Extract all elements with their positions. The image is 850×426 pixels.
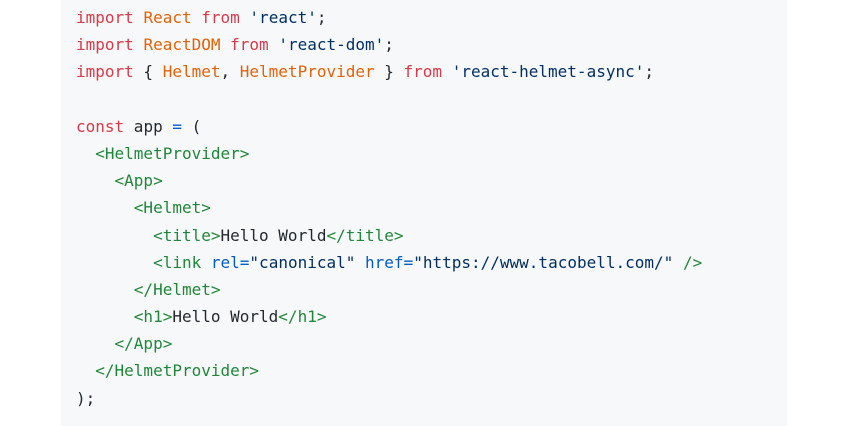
code-token: <link <box>153 252 202 272</box>
code-token: 'react-dom' <box>278 35 385 55</box>
code-token: Helmet <box>162 62 221 82</box>
code-token: from <box>230 35 269 55</box>
code-token: ; <box>316 8 327 27</box>
code-line: ​ <box>76 86 787 113</box>
code-line: <link rel="canonical" href="https://www.… <box>76 249 787 276</box>
code-token: </title> <box>326 225 404 245</box>
code-token: const <box>76 116 125 136</box>
code-line: <title>Hello World</title> <box>76 222 787 249</box>
code-token: import <box>76 35 134 55</box>
code-token: ( <box>181 116 202 136</box>
code-token: = <box>403 252 414 272</box>
code-token: </Helmet> <box>133 279 221 299</box>
code-line: </App> <box>76 330 787 357</box>
code-token: /> <box>682 252 703 272</box>
code-token: from <box>201 8 240 27</box>
code-token: = <box>239 252 250 272</box>
code-line: const app = ( <box>76 113 787 140</box>
code-token: import <box>76 62 134 82</box>
code-line: </Helmet> <box>76 276 787 303</box>
code-token: ); <box>76 388 96 408</box>
code-line: import { Helmet, HelmetProvider } from '… <box>76 58 787 85</box>
code-token: </App> <box>114 334 173 354</box>
code-token: <App> <box>114 171 163 191</box>
code-line: <HelmetProvider> <box>76 140 787 167</box>
code-listing: import React from 'react'; import ReactDO… <box>76 4 787 412</box>
code-block: import React from 'react'; import ReactDO… <box>61 0 787 426</box>
code-token: , <box>220 62 240 82</box>
code-token: { <box>133 62 163 82</box>
code-token: import <box>76 8 134 27</box>
code-token: React <box>143 8 192 27</box>
code-token: ; <box>644 62 654 82</box>
code-token: rel <box>210 252 240 272</box>
code-token: } <box>374 62 404 82</box>
code-token: href <box>365 252 404 272</box>
code-line: ); <box>76 385 787 412</box>
code-line: <Helmet> <box>76 194 787 221</box>
code-token: HelmetProvider <box>239 62 375 82</box>
code-token: <title> <box>153 225 221 245</box>
code-token: "https://www.tacobell.com/" <box>413 252 674 272</box>
code-token: app <box>124 116 173 136</box>
code-token: 'react' <box>249 8 317 27</box>
code-line: import React from 'react'; <box>76 4 787 31</box>
code-token: ReactDOM <box>143 35 221 55</box>
code-token: from <box>403 62 443 82</box>
code-token: </HelmetProvider> <box>95 361 260 381</box>
code-token: Hello World <box>172 307 279 327</box>
code-token: <Helmet> <box>133 198 211 218</box>
code-line: <App> <box>76 167 787 194</box>
code-token: </h1> <box>278 307 327 327</box>
code-token: <HelmetProvider> <box>95 143 250 163</box>
code-token: <h1> <box>133 307 173 327</box>
code-line: <h1>Hello World</h1> <box>76 303 787 330</box>
code-token: "canonical" <box>249 252 356 272</box>
code-line: </HelmetProvider> <box>76 357 787 384</box>
code-token: = <box>172 116 182 136</box>
code-token: ; <box>384 35 394 55</box>
code-token: Hello World <box>220 225 327 245</box>
code-line: import ReactDOM from 'react-dom'; <box>76 31 787 58</box>
code-token: 'react-helmet-async' <box>451 62 645 82</box>
